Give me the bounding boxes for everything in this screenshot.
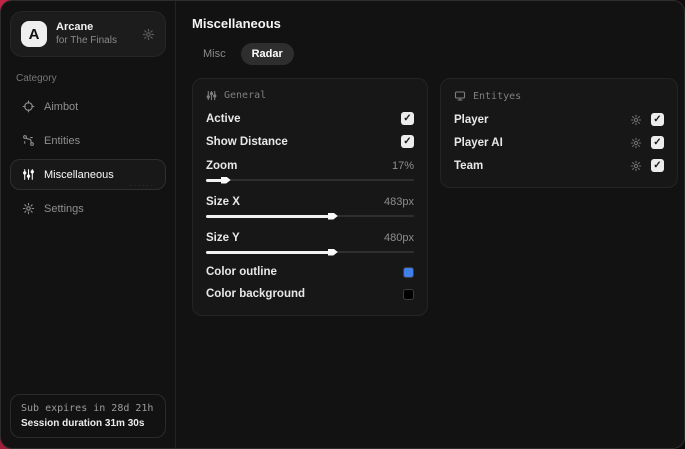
main-content: Miscellaneous Misc Radar General Active … <box>176 1 684 448</box>
sidebar-item-miscellaneous[interactable]: Miscellaneous ...... <box>10 159 166 191</box>
sidebar-item-label: Settings <box>44 202 84 215</box>
setting-label: Show Distance <box>206 135 288 148</box>
subscription-box: Sub expires in 28d 21h Session duration … <box>10 394 166 438</box>
zoom-value: 17% <box>391 159 414 172</box>
sidebar-item-label: Miscellaneous <box>44 168 114 181</box>
session-duration-text: Session duration 31m 30s <box>21 418 145 429</box>
active-checkbox[interactable]: ✓ <box>401 112 414 125</box>
setting-row-size-y: Size Y 480px <box>206 225 414 247</box>
size-y-slider[interactable] <box>206 248 414 257</box>
entity-controls: ✓ <box>630 113 664 126</box>
sidebar-item-entities[interactable]: Entities <box>10 125 166 156</box>
profile-card[interactable]: A Arcane for The Finals <box>10 11 166 58</box>
setting-label: Color background <box>206 288 306 300</box>
entity-controls: ✓ <box>630 136 664 149</box>
size-x-value: 483px <box>384 195 414 208</box>
sidebar-item-aimbot[interactable]: Aimbot <box>10 91 166 122</box>
slider-thumb[interactable] <box>220 176 231 184</box>
app-subtitle: for The Finals <box>56 34 117 46</box>
setting-row-size-x: Size X 483px <box>206 189 414 211</box>
profile-text: Arcane for The Finals <box>56 21 133 47</box>
monitor-icon <box>454 90 466 102</box>
sliders-icon <box>21 168 35 181</box>
entity-label: Player <box>454 113 489 126</box>
setting-row-color-outline: Color outline <box>206 261 414 283</box>
size-x-slider[interactable] <box>206 212 414 221</box>
profile-gear-icon[interactable] <box>142 28 155 41</box>
setting-label: Size X <box>206 195 240 208</box>
entity-gear-icon[interactable] <box>630 137 642 149</box>
entity-row-player: Player ✓ <box>454 108 664 131</box>
player-ai-checkbox[interactable]: ✓ <box>651 136 664 149</box>
entities-panel-title: Entityes <box>473 90 522 102</box>
slider-fill <box>206 250 331 254</box>
app-logo: A <box>21 21 47 48</box>
tab-radar[interactable]: Radar <box>240 43 294 65</box>
sliders-small-icon <box>206 90 217 101</box>
entity-label: Team <box>454 159 484 172</box>
tab-misc[interactable]: Misc <box>192 43 237 65</box>
setting-row-zoom: Zoom 17% <box>206 153 414 175</box>
setting-row-show-distance: Show Distance ✓ <box>206 130 414 153</box>
crosshair-icon <box>21 100 35 113</box>
sidebar-item-label: Aimbot <box>44 100 79 113</box>
setting-row-active: Active ✓ <box>206 107 414 130</box>
sidebar-item-label: Entities <box>44 134 81 147</box>
nodes-icon <box>21 134 35 147</box>
general-panel: General Active ✓ Show Distance ✓ Zoom 17… <box>192 78 428 316</box>
entity-row-team: Team ✓ <box>454 154 664 177</box>
color-background-swatch[interactable] <box>403 288 414 300</box>
sub-expires-text: Sub expires in 28d 21h <box>21 403 154 414</box>
app-window: A Arcane for The Finals Category Aimbot … <box>0 0 685 449</box>
gear-icon <box>21 202 35 215</box>
app-title: Arcane <box>56 21 94 33</box>
sidebar-item-settings[interactable]: Settings <box>10 193 166 224</box>
slider-thumb[interactable] <box>327 212 338 220</box>
slider-thumb[interactable] <box>327 248 338 256</box>
entity-row-player-ai: Player AI ✓ <box>454 131 664 154</box>
setting-label: Zoom <box>206 159 238 172</box>
tab-bar: Misc Radar <box>192 43 678 65</box>
category-label: Category <box>16 73 57 85</box>
entities-panel: Entityes Player ✓ Player AI ✓ Team ✓ <box>440 78 678 188</box>
slider-track <box>206 179 414 181</box>
entity-controls: ✓ <box>630 159 664 172</box>
sidebar: A Arcane for The Finals Category Aimbot … <box>1 1 176 448</box>
entity-gear-icon[interactable] <box>630 114 642 126</box>
setting-label: Color outline <box>206 266 277 278</box>
entity-gear-icon[interactable] <box>630 160 642 172</box>
entity-label: Player AI <box>454 136 503 149</box>
sidebar-nav: Aimbot Entities Miscellaneous ...... Set… <box>10 91 166 224</box>
team-checkbox[interactable]: ✓ <box>651 159 664 172</box>
color-outline-swatch[interactable] <box>403 266 414 278</box>
general-panel-header: General <box>206 90 414 101</box>
setting-row-color-background: Color background <box>206 283 414 305</box>
setting-label: Active <box>206 112 241 125</box>
general-panel-title: General <box>224 90 267 101</box>
page-title: Miscellaneous <box>192 16 281 31</box>
selected-item-dots: ...... <box>129 179 155 189</box>
panels: General Active ✓ Show Distance ✓ Zoom 17… <box>192 78 678 316</box>
slider-fill <box>206 214 331 218</box>
setting-label: Size Y <box>206 231 240 244</box>
entities-panel-header: Entityes <box>454 90 664 102</box>
player-checkbox[interactable]: ✓ <box>651 113 664 126</box>
show-distance-checkbox[interactable]: ✓ <box>401 135 414 148</box>
size-y-value: 480px <box>384 231 414 244</box>
zoom-slider[interactable] <box>206 176 414 185</box>
